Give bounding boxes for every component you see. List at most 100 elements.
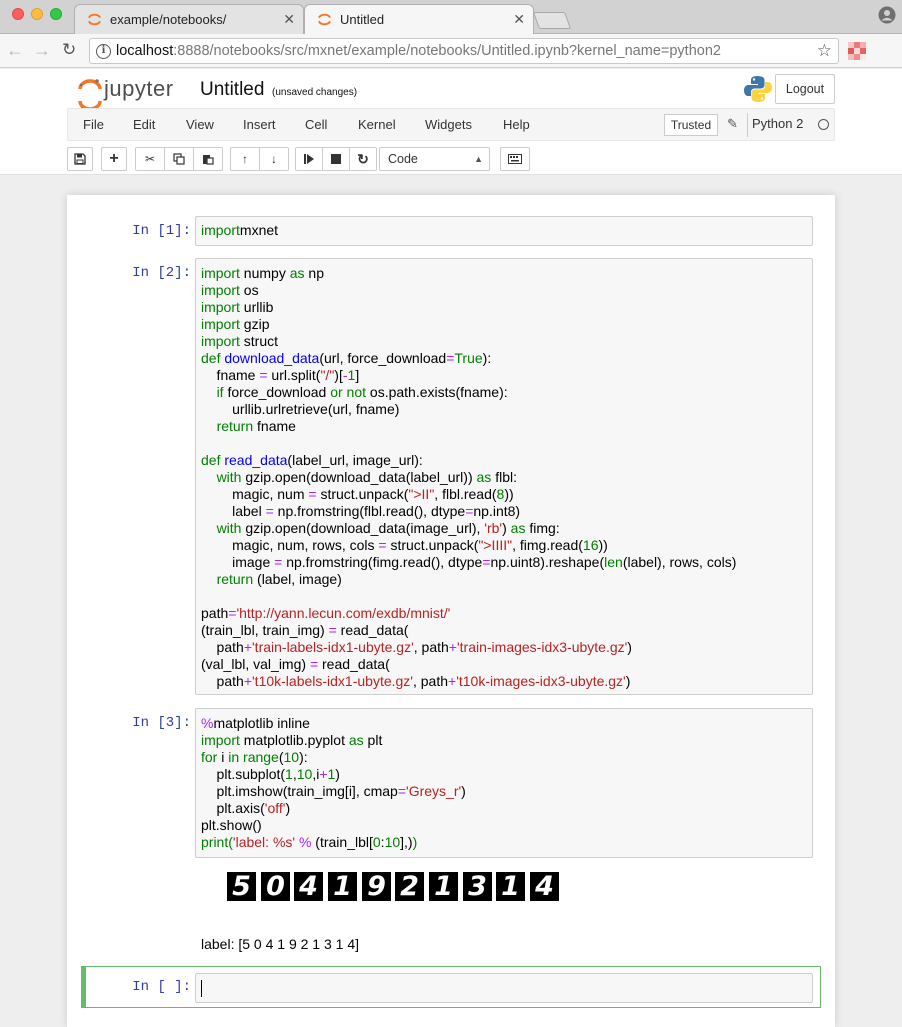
menu-widgets[interactable]: Widgets <box>425 117 472 132</box>
stdout-output: label: [5 0 4 1 9 2 1 3 1 4] <box>201 936 360 952</box>
run-cell-button[interactable] <box>295 147 323 171</box>
code-line: with gzip.open(download_data(image_url),… <box>216 520 560 536</box>
code-line: %matplotlib inline <box>201 715 310 731</box>
kernel-idle-indicator-icon <box>818 119 829 130</box>
python-logo-icon <box>744 76 772 102</box>
code-line: path='http://yann.lecun.com/exdb/mnist/' <box>201 605 451 621</box>
stop-icon <box>331 154 341 164</box>
new-tab-button[interactable] <box>532 12 572 29</box>
address-bar-row: ← → ↻ i localhost:8888/notebooks/src/mxn… <box>0 34 902 68</box>
code-editor[interactable]: import numpy as np import os import urllib… <box>195 258 813 695</box>
move-cell-up-button[interactable]: ↑ <box>230 147 260 171</box>
code-line: import gzip <box>201 316 270 332</box>
close-window-button[interactable] <box>12 8 24 20</box>
url-text: localhost:8888/notebooks/src/mxnet/examp… <box>116 43 721 59</box>
code-line: label = np.fromstring(flbl.read(), dtype… <box>201 503 521 519</box>
forward-arrow-icon[interactable]: → <box>33 41 51 59</box>
paste-cells-button[interactable] <box>193 147 223 171</box>
cell-type-select[interactable]: Code ▲▼ <box>379 147 490 186</box>
minimize-window-button[interactable] <box>31 8 43 20</box>
code-cell[interactable]: In [3]: %matplotlib inline import matplot… <box>81 708 821 858</box>
scissors-icon: ✂ <box>144 152 156 166</box>
command-palette-button[interactable] <box>500 147 530 171</box>
menu-file[interactable]: File <box>83 117 104 132</box>
info-icon[interactable]: i <box>96 44 111 59</box>
code-line: image = np.fromstring(fimg.read(), dtype… <box>201 554 737 570</box>
menu-view[interactable]: View <box>186 117 214 132</box>
notebook-title[interactable]: Untitled <box>200 79 264 101</box>
code-line: plt.subplot(1,10,i+1) <box>201 766 340 782</box>
code-line: def download_data(url, force_download=Tr… <box>201 350 492 366</box>
menu-help[interactable]: Help <box>503 117 530 132</box>
jupyter-favicon-icon <box>318 13 331 26</box>
browser-tab-untitled[interactable]: Untitled ✕ <box>304 4 534 35</box>
code-editor-empty[interactable] <box>195 973 813 1003</box>
profile-icon[interactable] <box>878 6 896 24</box>
code-line: print('label: %s' % (train_lbl[0:10],)) <box>201 834 418 850</box>
code-cell[interactable]: In [1]: importmxnet <box>81 216 821 246</box>
move-cell-down-button[interactable]: ↓ <box>259 147 289 171</box>
input-prompt: In [1]: <box>132 223 191 239</box>
menu-insert[interactable]: Insert <box>243 117 276 132</box>
insert-cell-below-button[interactable]: + <box>101 147 127 171</box>
mnist-digit-image: 3 <box>463 872 492 901</box>
close-icon[interactable]: ✕ <box>283 11 295 28</box>
notebook-page: In [1]: importmxnet In [2]: import numpy… <box>67 195 835 1027</box>
code-cell[interactable]: In [2]: import numpy as np import os impor… <box>81 258 821 695</box>
selected-code-cell[interactable]: In [ ]: <box>81 966 821 1008</box>
code-line: return (label, image) <box>216 571 342 587</box>
code-line: (train_lbl, train_img) = read_data( <box>201 622 409 638</box>
kernel-name: Python 2 <box>752 116 804 131</box>
code-line: plt.axis('off') <box>201 800 291 816</box>
code-line: plt.show() <box>201 817 262 833</box>
mnist-digit-image: 1 <box>429 872 458 901</box>
trusted-badge[interactable]: Trusted <box>664 114 718 136</box>
menu-kernel[interactable]: Kernel <box>358 117 396 132</box>
interrupt-kernel-button[interactable] <box>322 147 350 171</box>
notebook-toolbar: + ✂ ↑ ↓ ↻ Code ▲▼ <box>67 147 835 186</box>
code-line: def read_data(label_url, image_url): <box>201 452 423 468</box>
pencil-icon[interactable]: ✎ <box>727 116 738 132</box>
browser-tab-notebooks[interactable]: example/notebooks/ ✕ <box>74 4 304 34</box>
reload-icon[interactable]: ↻ <box>62 41 76 59</box>
back-arrow-icon[interactable]: ← <box>6 41 24 59</box>
logout-button[interactable]: Logout <box>775 74 835 104</box>
code-line: import urllib <box>201 299 274 315</box>
bookmark-star-icon[interactable]: ☆ <box>817 41 832 61</box>
restart-kernel-button[interactable]: ↻ <box>349 147 377 171</box>
url-input[interactable]: i localhost:8888/notebooks/src/mxnet/exa… <box>89 38 839 64</box>
menu-cell[interactable]: Cell <box>305 117 327 132</box>
code-editor[interactable]: %matplotlib inline import matplotlib.pypl… <box>195 708 813 858</box>
code-line: plt.imshow(train_img[i], cmap='Greys_r') <box>201 783 466 799</box>
extension-icon[interactable] <box>848 42 866 60</box>
menu-edit[interactable]: Edit <box>133 117 155 132</box>
input-prompt: In [3]: <box>132 715 191 731</box>
maximize-window-button[interactable] <box>50 8 62 20</box>
save-button[interactable] <box>67 147 93 171</box>
mnist-digit-image: 1 <box>496 872 525 901</box>
code-line: (val_lbl, val_img) = read_data( <box>201 656 390 672</box>
copy-cells-button[interactable] <box>164 147 194 171</box>
jupyter-wordmark: jupyter <box>104 76 174 101</box>
close-icon[interactable]: ✕ <box>513 11 525 28</box>
arrow-up-icon: ↑ <box>242 152 248 166</box>
code-editor[interactable]: importmxnet <box>195 216 813 246</box>
menu-bar: File Edit View Insert Cell Kernel Widget… <box>67 108 835 141</box>
code-line: return fname <box>216 418 296 434</box>
input-prompt: In [2]: <box>132 265 191 281</box>
mnist-digit-image: 4 <box>294 872 323 901</box>
floppy-disk-icon <box>74 153 86 165</box>
cut-cells-button[interactable]: ✂ <box>135 147 165 171</box>
code-line: magic, num = struct.unpack(">II", flbl.r… <box>201 486 514 502</box>
mnist-digit-image: 9 <box>362 872 391 901</box>
mnist-digit-image: 2 <box>395 872 424 901</box>
code-line: import matplotlib.pyplot as plt <box>201 732 383 748</box>
code-line: importmxnet <box>201 222 279 238</box>
mnist-digit-image: 0 <box>261 872 290 901</box>
code-line: import numpy as np <box>201 265 324 281</box>
keyboard-icon <box>508 154 522 164</box>
plus-icon: + <box>109 150 119 167</box>
tab-label: example/notebooks/ <box>110 12 227 27</box>
